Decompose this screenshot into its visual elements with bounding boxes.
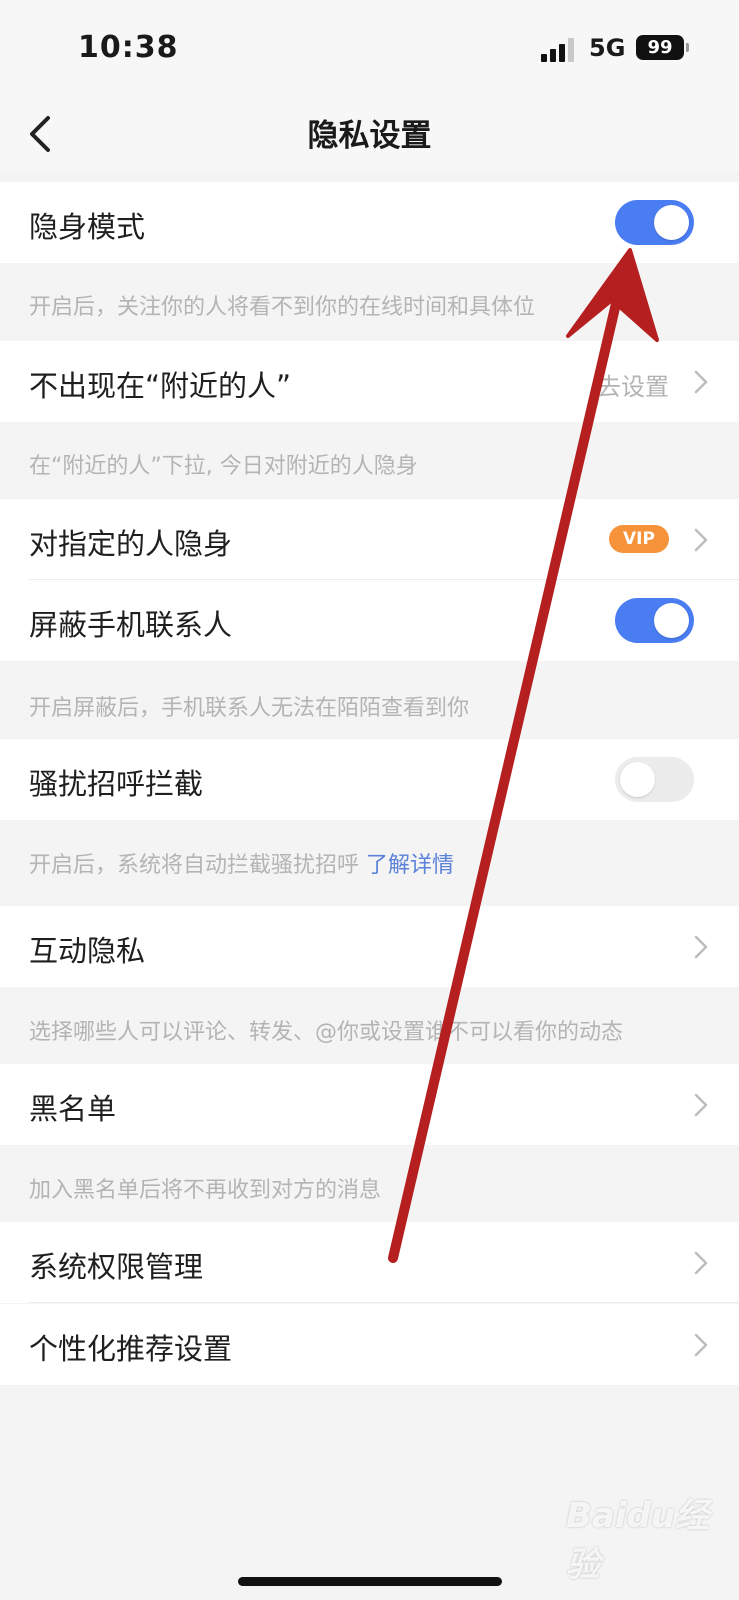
row-system-permissions[interactable]: 系统权限管理 [0, 1222, 739, 1303]
row-label: 黑名单 [29, 1092, 117, 1126]
status-time: 10:38 [78, 30, 179, 65]
blacklist-hint: 加入黑名单后将不再收到对方的消息 [29, 1178, 382, 1203]
row-label: 隐身模式 [29, 210, 146, 244]
row-nearby[interactable]: 不出现在“附近的人” 去设置 [0, 341, 739, 422]
row-interaction-privacy[interactable]: 互动隐私 [0, 906, 739, 987]
toggle-knob [654, 205, 689, 240]
nearby-hint: 在“附近的人”下拉, 今日对附近的人隐身 [29, 454, 418, 479]
row-blacklist[interactable]: 黑名单 [0, 1064, 739, 1145]
battery-tip [686, 43, 689, 52]
row-label: 屏蔽手机联系人 [29, 608, 233, 642]
row-label: 互动隐私 [29, 934, 146, 968]
baidu-watermark: Baidu经验 [566, 1496, 710, 1585]
row-personalized-recommendation[interactable]: 个性化推荐设置 [0, 1304, 739, 1385]
invisible-mode-toggle[interactable] [615, 200, 694, 245]
vip-badge: VIP [609, 525, 669, 553]
block-contacts-toggle[interactable] [615, 598, 694, 643]
chevron-right-icon [694, 935, 708, 959]
row-hide-from-specific[interactable]: 对指定的人隐身 VIP [0, 499, 739, 580]
invisible-mode-hint: 开启后，关注你的人将看不到你的在线时间和具体位 [29, 295, 536, 320]
divider [29, 1302, 739, 1303]
interaction-privacy-hint: 选择哪些人可以评论、转发、@你或设置谁不可以看你的动态 [29, 1020, 624, 1045]
block-contacts-hint: 开启屏蔽后，手机联系人无法在陌陌查看到你 [29, 696, 470, 721]
learn-more-link[interactable]: 了解详情 [366, 853, 454, 878]
chevron-right-icon [694, 1093, 708, 1117]
row-invisible-mode: 隐身模式 [0, 182, 739, 263]
chevron-right-icon [694, 528, 708, 552]
page-title: 隐私设置 [307, 118, 432, 154]
row-block-contacts: 屏蔽手机联系人 [0, 580, 739, 661]
row-value: 去设置 [597, 373, 669, 401]
chevron-right-icon [694, 1251, 708, 1275]
row-label: 系统权限管理 [29, 1250, 204, 1284]
battery-icon: 99 [636, 35, 684, 60]
signal-icon [541, 38, 575, 62]
toggle-knob [654, 603, 689, 638]
row-label: 对指定的人隐身 [29, 527, 233, 561]
harass-block-hint: 开启后，系统将自动拦截骚扰招呼 了解详情 [29, 847, 454, 879]
chevron-right-icon [694, 370, 708, 394]
toggle-knob [620, 762, 655, 797]
row-harass-block: 骚扰招呼拦截 [0, 739, 739, 820]
row-label: 骚扰招呼拦截 [29, 767, 204, 801]
row-label: 不出现在“附近的人” [29, 369, 292, 403]
network-type: 5G [589, 34, 626, 62]
nav-bar: 隐私设置 [0, 96, 739, 172]
home-indicator[interactable] [238, 1577, 502, 1586]
chevron-right-icon [694, 1333, 708, 1357]
harass-block-toggle[interactable] [615, 757, 694, 802]
row-label: 个性化推荐设置 [29, 1332, 233, 1366]
hint-text: 开启后，系统将自动拦截骚扰招呼 [29, 853, 360, 878]
status-bar: 10:38 5G 99 [0, 0, 739, 96]
